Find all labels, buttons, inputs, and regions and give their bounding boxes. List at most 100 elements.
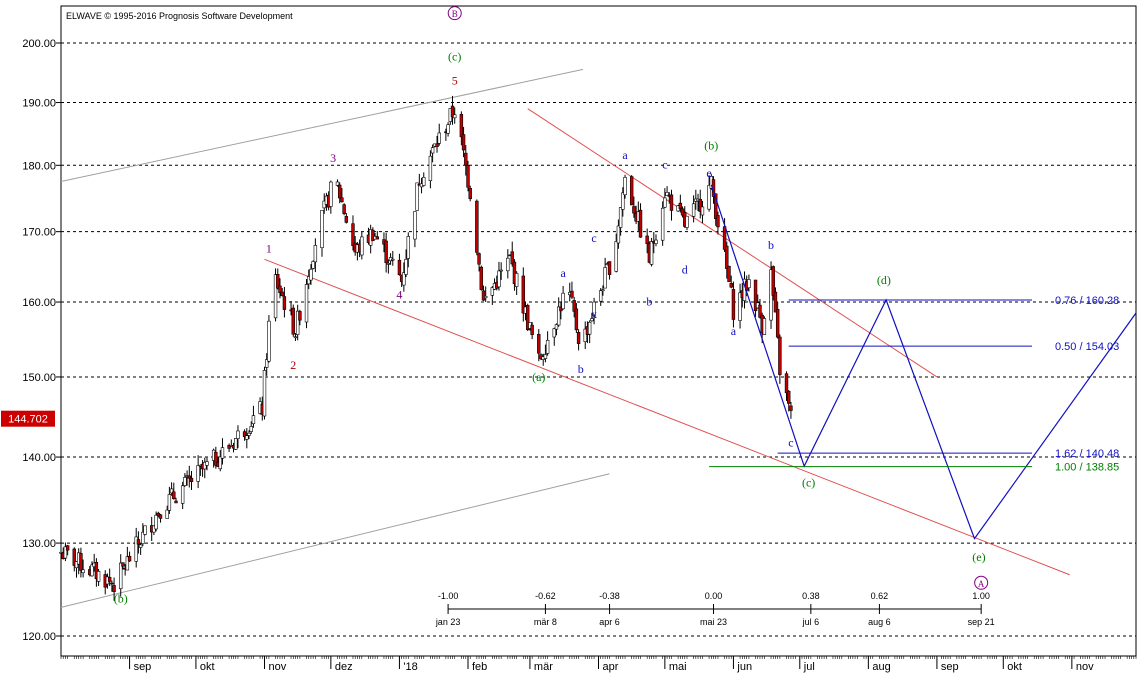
candle-body <box>65 545 70 551</box>
candle-body <box>530 324 534 335</box>
month-label: sep <box>134 661 152 673</box>
candle-body <box>136 539 141 545</box>
wave-label: (c) <box>802 475 815 489</box>
wave-label: 2 <box>290 358 296 372</box>
month-label: feb <box>472 661 487 673</box>
candle-body <box>707 184 711 210</box>
candle-body <box>771 266 775 296</box>
candle-body <box>344 216 349 223</box>
candle-body <box>570 290 574 298</box>
candle-body <box>154 514 158 530</box>
wave-label: b <box>646 295 652 309</box>
candle-body <box>468 187 472 200</box>
candle-body <box>196 465 200 482</box>
candle-body <box>461 134 466 151</box>
candle-body <box>691 203 696 217</box>
candle-body <box>245 435 249 440</box>
candle-body <box>338 184 342 199</box>
candle-body <box>727 265 731 282</box>
candle-body <box>218 456 222 470</box>
candle-body <box>397 259 402 276</box>
month-label: jun <box>736 661 752 673</box>
candle-body <box>236 430 240 439</box>
wave-label: 5 <box>452 73 458 87</box>
fib-level-label: 0.50 / 154.03 <box>1055 341 1119 353</box>
wave-label: 3 <box>330 151 336 165</box>
candle-body <box>298 311 302 321</box>
y-tick-label: 150.00 <box>22 372 56 384</box>
time-ruler-date: mär 8 <box>534 617 557 627</box>
candle-body <box>654 239 658 244</box>
y-tick-label: 120.00 <box>22 631 56 643</box>
candle-body <box>391 258 395 261</box>
month-label: aug <box>872 661 890 673</box>
candle-body <box>514 273 519 287</box>
time-ruler-date: jan 23 <box>435 617 461 627</box>
candle-body <box>174 500 178 504</box>
candle-body <box>415 182 419 211</box>
candle-body <box>561 292 565 310</box>
candle-body <box>107 576 112 582</box>
candle-body <box>313 245 318 263</box>
candle-body <box>158 514 163 519</box>
candle-body <box>607 261 612 275</box>
candle-body <box>632 206 636 214</box>
candle-body <box>616 225 621 244</box>
candle-body <box>576 332 581 344</box>
wave-label: (a) <box>532 370 545 384</box>
wave-label: (d) <box>877 273 891 287</box>
month-label: '18 <box>403 661 417 673</box>
candle-body <box>351 223 355 246</box>
candle-body <box>79 553 83 571</box>
candle-body <box>669 194 674 211</box>
time-ruler-date: aug 6 <box>868 617 891 627</box>
wave-label: a <box>731 324 737 338</box>
wave-label: (e) <box>972 550 985 564</box>
candle-body <box>453 114 457 119</box>
candle-body <box>678 202 683 209</box>
candle-body <box>481 290 486 301</box>
y-tick-label: 190.00 <box>22 98 56 110</box>
candle-body <box>340 197 344 203</box>
candle-body <box>360 236 364 256</box>
candle-body <box>311 261 315 269</box>
elliott-wave-chart: ELWAVE © 1995-2016 Prognosis Software De… <box>0 0 1147 676</box>
month-label: nov <box>1076 661 1094 673</box>
candle-body <box>477 253 481 265</box>
month-label: okt <box>200 661 215 673</box>
candle-body <box>499 269 503 272</box>
wave-label: b <box>768 238 774 252</box>
candle-body <box>700 206 705 216</box>
candle-body <box>247 432 251 436</box>
candle-body <box>729 283 733 288</box>
candle-body <box>725 245 729 269</box>
candle-body <box>437 132 441 144</box>
candle-body <box>165 509 169 519</box>
fib-level-label: 0.76 / 160.28 <box>1055 295 1119 307</box>
wave-label: d <box>682 262 688 276</box>
candle-body <box>81 569 85 574</box>
candle-body <box>413 211 417 240</box>
wave-label: B <box>452 9 458 19</box>
candle-body <box>618 207 623 228</box>
candle-body <box>479 266 483 290</box>
candle-body <box>404 259 408 275</box>
month-label: mai <box>669 661 687 673</box>
wave-label: x <box>591 307 597 321</box>
candle-body <box>574 308 579 331</box>
candle-body <box>110 582 114 585</box>
time-ruler-date: apr 6 <box>599 617 620 627</box>
candle-body <box>262 370 267 417</box>
candle-body <box>663 197 667 208</box>
wave-label: 1 <box>266 241 272 255</box>
time-ruler-ratio: -0.38 <box>599 591 620 601</box>
candle-body <box>506 257 510 272</box>
candle-body <box>205 461 209 466</box>
wave-label: b <box>578 362 584 376</box>
candle-body <box>466 165 470 188</box>
candle-body <box>384 240 388 263</box>
candle-body <box>422 177 426 186</box>
candle-body <box>220 447 225 459</box>
candle-body <box>784 373 789 394</box>
month-label: mär <box>534 661 553 673</box>
